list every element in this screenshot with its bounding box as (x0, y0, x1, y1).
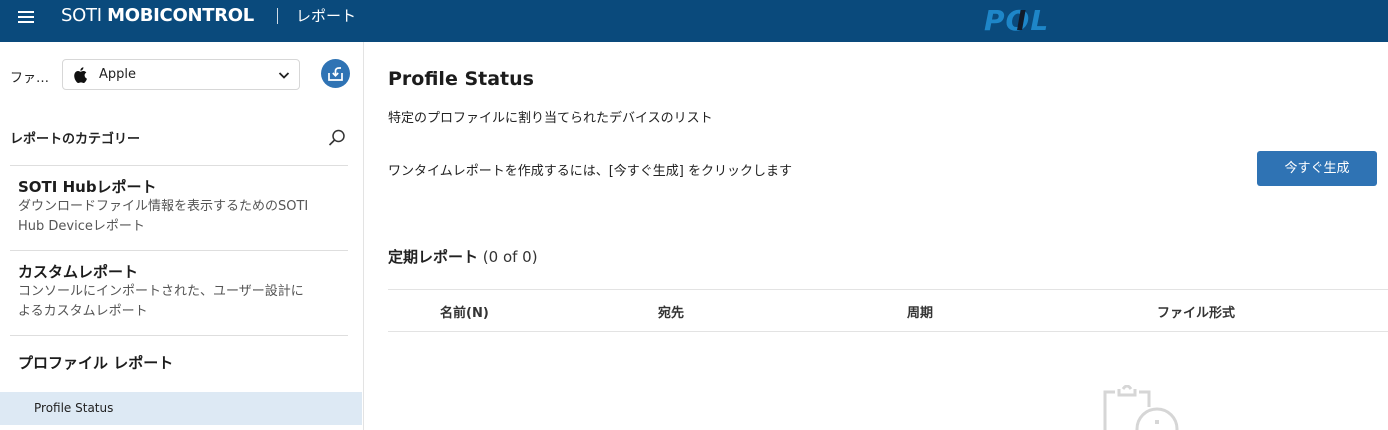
scheduled-reports-heading: 定期レポート (0 of 0) (388, 246, 538, 267)
category-description-line: ダウンロードファイル情報を表示するためのSOTI (18, 199, 309, 214)
top-bar: SOTI MOBICONTROL レポート POL (0, 0, 1388, 42)
category-title: カスタムレポート (18, 263, 139, 281)
category-description-line: コンソールにインポートされた、ユーザー設計に (18, 284, 304, 299)
sidebar-item-label: Profile Status (34, 401, 114, 415)
column-header-frequency[interactable]: 周期 (907, 302, 933, 321)
page-title: Profile Status (388, 68, 534, 90)
column-header-name[interactable]: 名前(N) (440, 302, 489, 321)
empty-clipboard-icon (1103, 385, 1179, 430)
brand-text-bold: MOBICONTROL (107, 5, 254, 26)
apple-icon (74, 67, 87, 83)
scheduled-reports-table-header: 名前(N) 宛先 周期 ファイル形式 (388, 289, 1388, 332)
search-icon[interactable] (327, 128, 347, 148)
divider (10, 250, 348, 251)
page-description: 特定のプロファイルに割り当てられたデバイスのリスト (388, 111, 713, 126)
platform-select-value: Apple (99, 67, 137, 82)
pol-logo-text: POL (984, 4, 1049, 37)
export-button[interactable] (321, 59, 350, 88)
platform-select[interactable]: Apple (62, 59, 300, 90)
category-description-line: よるカスタムレポート (18, 304, 148, 319)
scheduled-reports-label: 定期レポート (388, 248, 479, 266)
sidebar: ファ… Apple レポートのカテゴリー SOTI Hubレポート ダウンロード… (0, 42, 364, 430)
generate-instruction: ワンタイムレポートを作成するには、[今すぐ生成] をクリックします (388, 164, 793, 179)
category-description-line: Hub Deviceレポート (18, 219, 145, 234)
category-title: SOTI Hubレポート (18, 178, 157, 196)
export-icon (328, 67, 343, 81)
column-header-recipient[interactable]: 宛先 (658, 302, 684, 321)
filter-label: ファ… (10, 71, 50, 86)
categories-header: レポートのカテゴリー (10, 132, 141, 147)
hamburger-menu-icon[interactable] (18, 9, 34, 23)
category-soti-hub-reports[interactable]: SOTI Hubレポート ダウンロードファイル情報を表示するためのSOTI Hu… (18, 177, 338, 237)
divider (10, 335, 348, 336)
chevron-down-icon (278, 72, 290, 79)
brand-separator (277, 8, 278, 24)
brand-text-light: SOTI (61, 5, 108, 26)
pol-logo: POL (984, 4, 1049, 37)
column-header-file-format[interactable]: ファイル形式 (1157, 302, 1235, 321)
divider (10, 165, 348, 166)
app-brand: SOTI MOBICONTROL (61, 6, 254, 26)
category-custom-reports[interactable]: カスタムレポート コンソールにインポートされた、ユーザー設計に よるカスタムレポ… (18, 262, 338, 322)
category-title: プロファイル レポート (18, 354, 174, 372)
generate-now-button[interactable]: 今すぐ生成 (1257, 151, 1377, 186)
section-title: レポート (296, 7, 357, 25)
category-profile-reports[interactable]: プロファイル レポート (18, 353, 338, 373)
sidebar-item-profile-status[interactable]: Profile Status (0, 392, 362, 425)
scheduled-reports-count: (0 of 0) (478, 248, 538, 266)
